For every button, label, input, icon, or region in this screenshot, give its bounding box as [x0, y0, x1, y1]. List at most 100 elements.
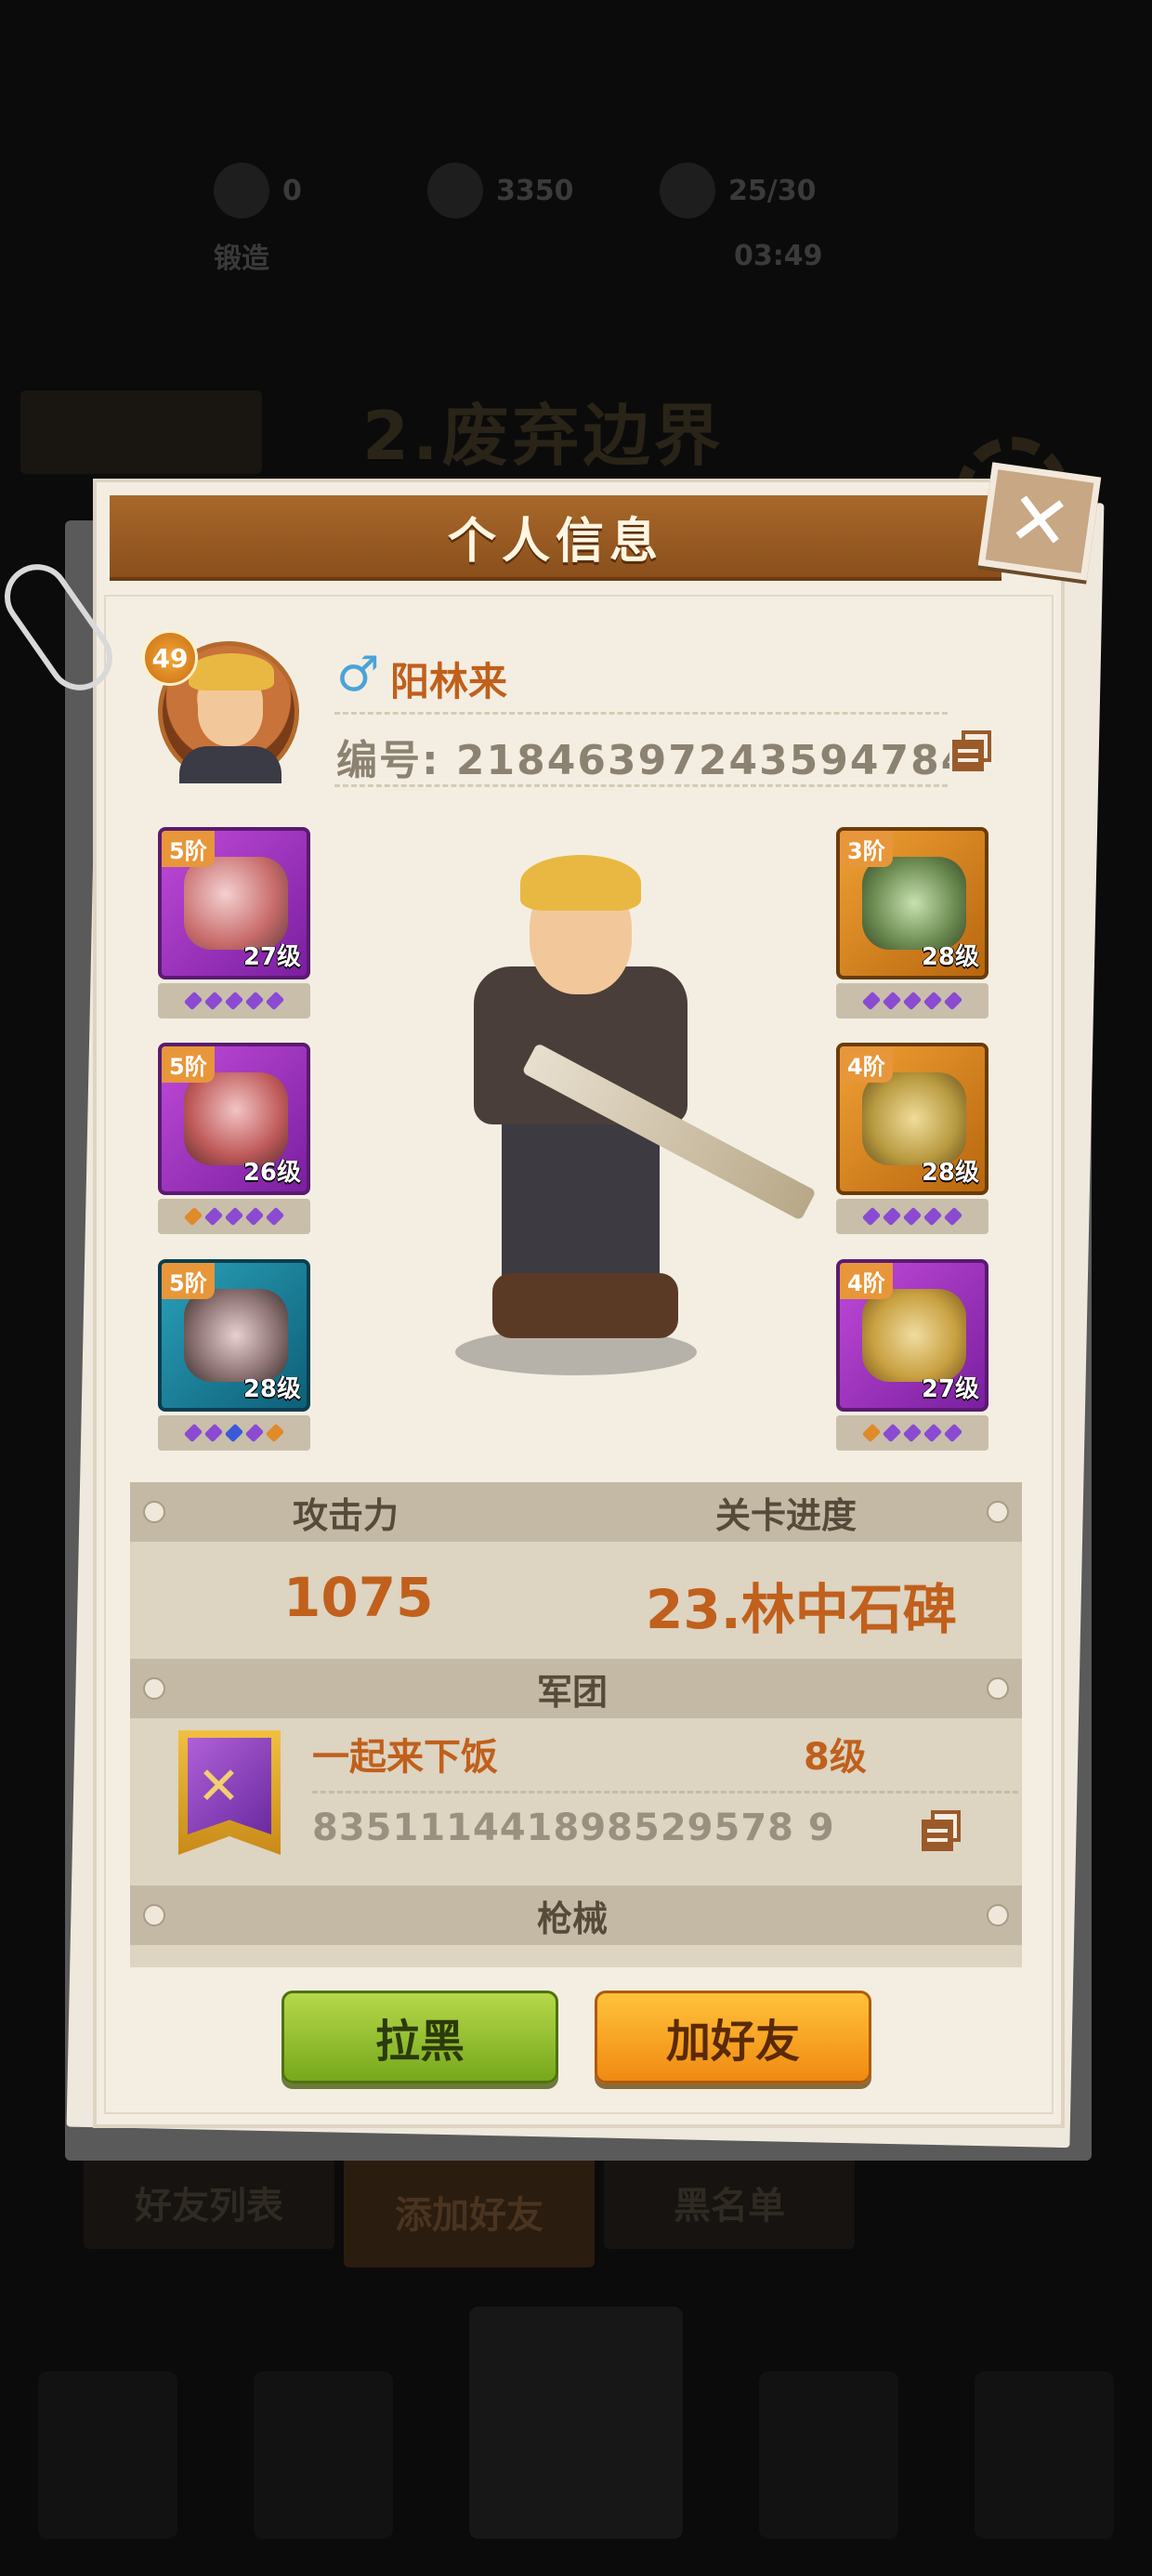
gem-icon	[203, 991, 224, 1011]
side-panel	[20, 390, 262, 474]
equipment-level: 27级	[242, 943, 301, 971]
gem-icon	[923, 1423, 943, 1443]
gloves-icon	[862, 1289, 966, 1382]
gem-sockets	[836, 983, 988, 1019]
equipment-level: 28级	[242, 1375, 301, 1403]
gem-sockets	[158, 983, 310, 1019]
gem-icon	[923, 991, 943, 1011]
guild-section-label: 军团	[537, 1671, 609, 1713]
gem-sockets	[158, 1199, 310, 1234]
weapon-row	[130, 1945, 1022, 1967]
guild-level: 8级	[804, 1736, 867, 1779]
block-button[interactable]: 拉黑	[281, 1991, 558, 2083]
equipment-slot-left-1[interactable]: 5阶 27级	[158, 827, 310, 979]
friend-tabs: 好友列表 添加好友 黑名单	[84, 2156, 855, 2267]
nav-item[interactable]	[759, 2372, 898, 2539]
add-friend-button[interactable]: 加好友	[595, 1991, 871, 2083]
stage-title: 2.废弃边界	[362, 397, 725, 475]
equipment-tier: 5阶	[162, 831, 215, 867]
gem-icon	[265, 991, 285, 1011]
gem-icon	[265, 1423, 285, 1443]
resource-energy: 25/30	[660, 158, 816, 223]
gem-icon	[861, 1423, 882, 1443]
copy-id-icon[interactable]	[952, 730, 993, 771]
boots-icon	[184, 1289, 288, 1382]
tab-add-friend[interactable]: 添加好友	[344, 2156, 595, 2267]
bracers-icon	[862, 857, 966, 950]
bottom-nav	[0, 2297, 1152, 2576]
equipment-tier: 5阶	[162, 1263, 215, 1299]
guild-name: 一起来下饭	[312, 1736, 498, 1779]
equipment-slot-right-1[interactable]: 3阶 28级	[836, 827, 988, 979]
gem-icon	[882, 1206, 902, 1227]
equipment-slot-right-3[interactable]: 4阶 27级	[836, 1259, 988, 1412]
gem-icon	[861, 991, 882, 1011]
attack-label: 攻击力	[293, 1494, 399, 1536]
divider	[334, 784, 948, 787]
equipment-tier: 4阶	[840, 1046, 893, 1083]
gem-icon	[902, 1423, 923, 1443]
gem-sockets	[158, 1415, 310, 1451]
gem-icon	[203, 1206, 224, 1227]
equipment-tier: 3阶	[840, 831, 893, 867]
divider	[312, 1791, 1018, 1794]
pants-icon	[862, 1072, 966, 1165]
weapon-header: 枪械	[130, 1886, 1022, 1945]
gem-icon	[244, 991, 265, 1011]
gem-icon	[861, 1206, 882, 1227]
progress-value: 23.林中石碑	[646, 1578, 957, 1641]
guild-id: 835111441898529578 9	[312, 1807, 835, 1849]
player-level-badge: 49	[142, 630, 198, 686]
gem-sockets	[836, 1199, 988, 1234]
gem-icon	[244, 1206, 265, 1227]
pin-icon	[987, 1904, 1009, 1926]
equipment-slot-right-2[interactable]: 4阶 28级	[836, 1043, 988, 1195]
gem-icon	[943, 1206, 963, 1227]
resource-forge-label: 锻造	[214, 243, 269, 275]
nav-item[interactable]	[254, 2372, 393, 2539]
gem-icon	[224, 1206, 244, 1227]
guild-header: 军团	[130, 1659, 1022, 1718]
attack-value: 1075	[283, 1566, 434, 1629]
equipment-tier: 5阶	[162, 1046, 215, 1083]
nav-item[interactable]	[38, 2372, 177, 2539]
coin-icon	[427, 163, 483, 218]
gem-icon	[902, 991, 923, 1011]
equipment-tier: 4阶	[840, 1263, 893, 1299]
equipment-slot-left-3[interactable]: 5阶 28级	[158, 1259, 310, 1412]
pin-icon	[987, 1677, 1009, 1700]
equipment-level: 28级	[921, 943, 979, 971]
gem-icon	[943, 991, 963, 1011]
resource-coin: 3350	[427, 158, 574, 223]
equipment-slot-left-2[interactable]: 5阶 26级	[158, 1043, 310, 1195]
close-icon: ✕	[1002, 473, 1077, 569]
close-button[interactable]: ✕	[977, 462, 1102, 581]
gem-icon	[902, 1206, 923, 1227]
copy-guild-id-icon[interactable]	[922, 1810, 962, 1851]
pin-icon	[143, 1904, 165, 1926]
helmet-icon	[184, 857, 288, 950]
gem-icon	[882, 1423, 902, 1443]
nav-item[interactable]	[975, 2372, 1114, 2539]
gem-icon	[224, 1423, 244, 1443]
stats-header: 攻击力 关卡进度	[130, 1482, 1022, 1542]
gem-icon	[923, 1206, 943, 1227]
gem-icon	[244, 1423, 265, 1443]
pin-icon	[143, 1501, 165, 1523]
gem-icon	[183, 1206, 203, 1227]
player-name: 阳林来	[390, 659, 508, 704]
stats-row: 1075 23.林中石碑	[130, 1542, 1022, 1659]
tab-friend-list[interactable]: 好友列表	[84, 2156, 334, 2249]
gem-icon	[214, 163, 269, 218]
energy-icon	[660, 163, 715, 218]
energy-timer: 03:49	[734, 239, 823, 272]
weapon-section-label: 枪械	[537, 1898, 609, 1939]
equipment-level: 28级	[921, 1159, 979, 1187]
tab-blacklist[interactable]: 黑名单	[604, 2156, 855, 2249]
nav-item-battle[interactable]	[469, 2307, 683, 2539]
resource-gem: 0	[214, 158, 302, 223]
character-model	[437, 855, 817, 1375]
pin-icon	[987, 1501, 1009, 1523]
gem-icon	[265, 1206, 285, 1227]
gem-sockets	[836, 1415, 988, 1451]
